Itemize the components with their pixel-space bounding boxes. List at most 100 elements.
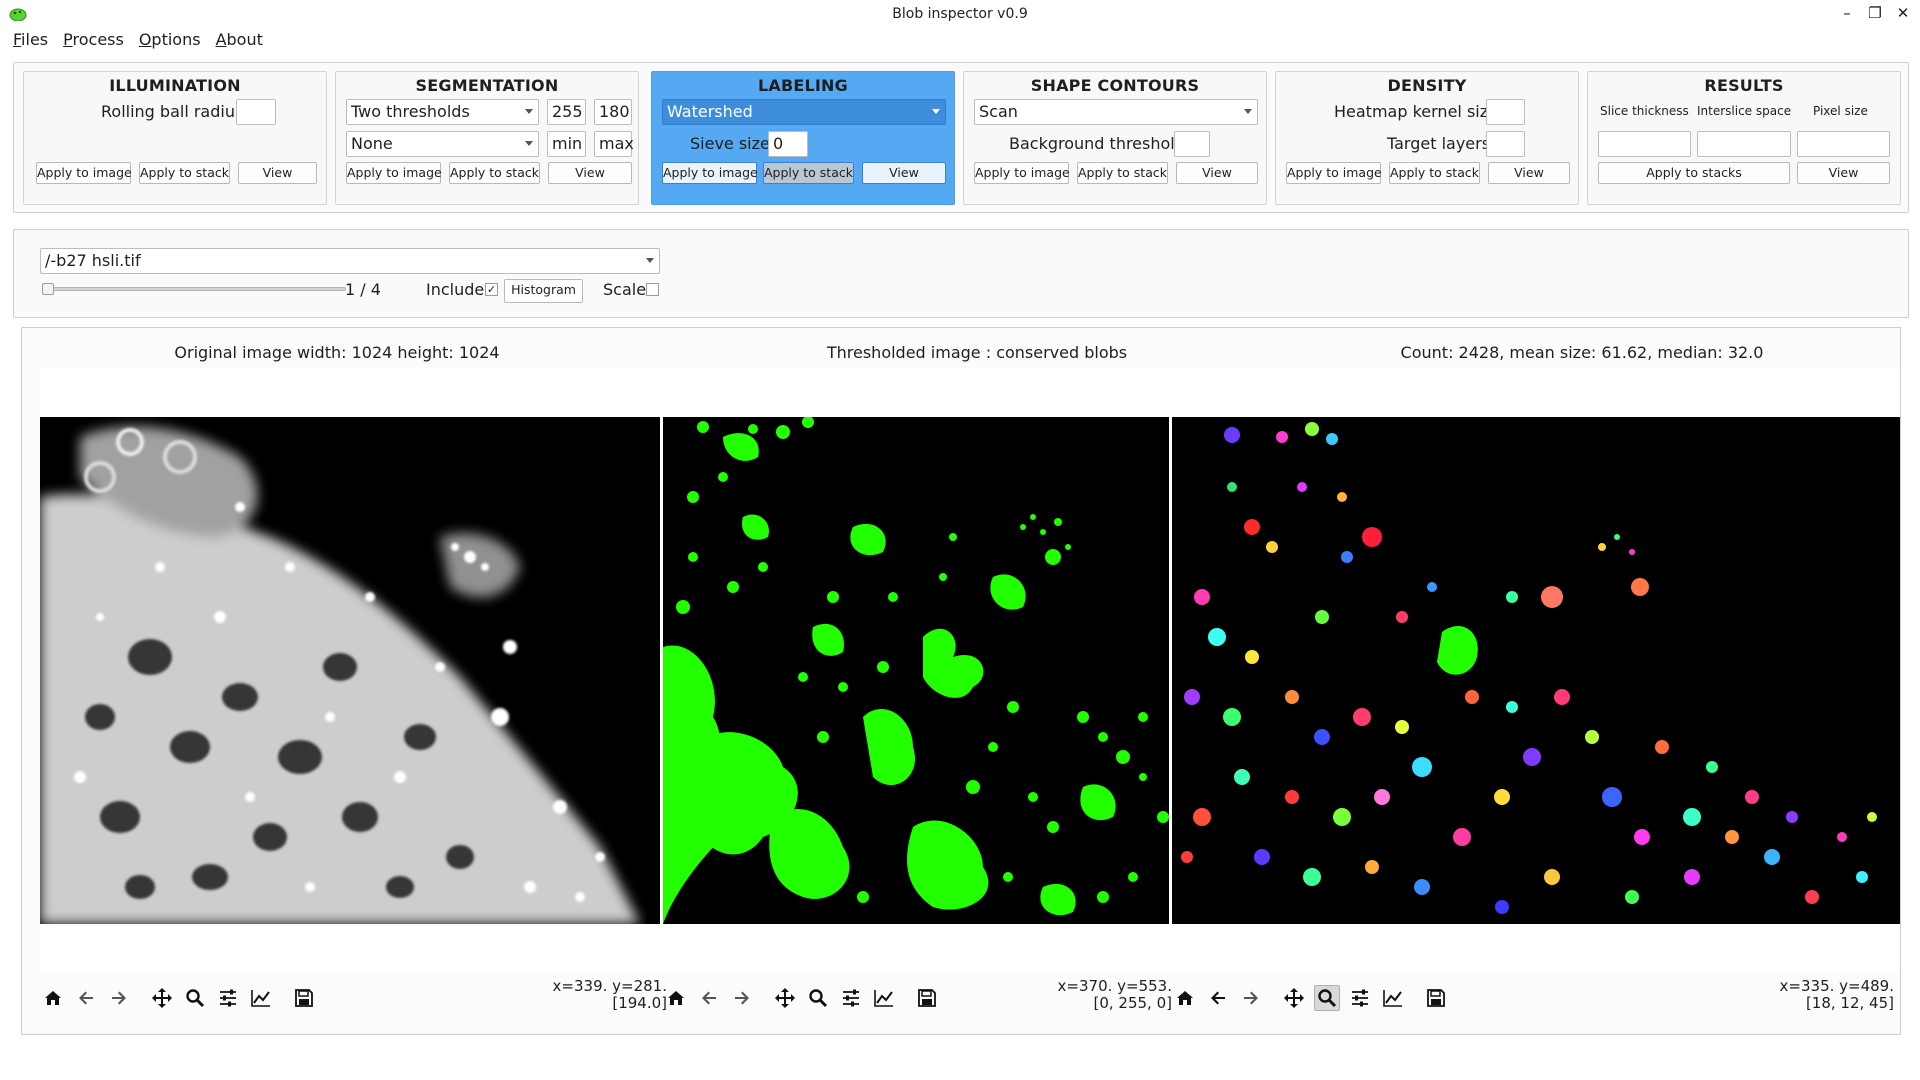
chevron-down-icon <box>525 141 533 146</box>
density-title: DENSITY <box>1387 76 1467 95</box>
zoom-icon[interactable] <box>182 985 208 1011</box>
zoom-icon[interactable] <box>805 985 831 1011</box>
window-title: Blob inspector v0.9 <box>892 6 1028 22</box>
close-icon[interactable]: ✕ <box>1892 4 1914 22</box>
heatmap-kernel-input[interactable] <box>1486 99 1525 125</box>
illumination-apply-image-button[interactable]: Apply to image <box>36 162 132 184</box>
home-icon[interactable] <box>40 985 66 1011</box>
viewer-1-coordinates: x=339. y=281. [194.0] <box>517 978 667 1012</box>
slice-thickness-input[interactable] <box>1598 131 1691 157</box>
slice-slider-handle[interactable] <box>42 283 54 295</box>
save-icon[interactable] <box>914 985 940 1011</box>
forward-icon[interactable] <box>106 985 132 1011</box>
include-checkbox[interactable]: ✓ <box>485 283 498 296</box>
labeling-title: LABELING <box>758 76 848 95</box>
viewer-1-value: [194.0] <box>612 994 667 1012</box>
contours-apply-stack-button[interactable]: Apply to stack <box>1077 162 1168 184</box>
scale-checkbox[interactable] <box>646 283 659 296</box>
file-select[interactable]: /-b27 hsli.tif <box>40 248 660 274</box>
histogram-button[interactable]: Histogram <box>504 279 583 303</box>
viewer-3-coordinates: x=335. y=489. [18, 12, 45] <box>1744 978 1894 1012</box>
axes-icon[interactable] <box>248 985 274 1011</box>
configure-icon[interactable] <box>1347 985 1373 1011</box>
forward-icon[interactable] <box>729 985 755 1011</box>
viewer-1-xy: x=339. y=281. <box>552 977 667 995</box>
label-stats-caption: Count: 2428, mean size: 61.62, median: 3… <box>1400 343 1764 362</box>
pan-icon[interactable] <box>149 985 175 1011</box>
labeled-image[interactable] <box>1172 417 1900 924</box>
contours-view-button[interactable]: View <box>1176 162 1258 184</box>
segmentation-apply-image-button[interactable]: Apply to image <box>346 162 442 184</box>
chevron-down-icon <box>525 109 533 114</box>
segmentation-view-button[interactable]: View <box>548 162 632 184</box>
interslice-space-label: Interslice space <box>1697 104 1792 118</box>
density-apply-image-button[interactable]: Apply to image <box>1286 162 1382 184</box>
menu-process[interactable]: Process <box>63 28 124 52</box>
scale-label: Scale <box>603 280 647 299</box>
axes-icon[interactable] <box>871 985 897 1011</box>
axes-icon[interactable] <box>1380 985 1406 1011</box>
target-layers-input[interactable] <box>1486 131 1525 157</box>
results-title: RESULTS <box>1704 76 1784 95</box>
illumination-view-button[interactable]: View <box>238 162 317 184</box>
contour-method-select[interactable]: Scan <box>974 99 1258 125</box>
min-input[interactable]: min <box>547 131 586 157</box>
density-apply-stack-button[interactable]: Apply to stack <box>1389 162 1480 184</box>
apply-to-stacks-button[interactable]: Apply to stacks <box>1598 162 1790 184</box>
labeling-apply-image-button[interactable]: Apply to image <box>662 162 758 184</box>
maximize-icon[interactable]: ❐ <box>1864 4 1886 22</box>
background-threshold-input[interactable] <box>1174 131 1210 157</box>
rolling-ball-input[interactable] <box>236 99 276 125</box>
file-selection-group: /-b27 hsli.tif 1 / 4 Include ✓ Histogram… <box>13 229 1909 318</box>
segmentation-method-select[interactable]: Two thresholds <box>346 99 539 125</box>
segmentation-secondary-select[interactable]: None <box>346 131 539 157</box>
pan-icon[interactable] <box>772 985 798 1011</box>
illumination-apply-stack-button[interactable]: Apply to stack <box>139 162 230 184</box>
home-icon[interactable] <box>663 985 689 1011</box>
minimize-icon[interactable]: – <box>1836 4 1858 22</box>
interslice-space-input[interactable] <box>1697 131 1791 157</box>
save-icon[interactable] <box>291 985 317 1011</box>
viewer-1-toolbar <box>40 985 324 1011</box>
chevron-down-icon <box>932 109 940 114</box>
segmentation-title: SEGMENTATION <box>415 76 559 95</box>
home-icon[interactable] <box>1172 985 1198 1011</box>
original-image-caption: Original image width: 1024 height: 1024 <box>174 343 500 362</box>
file-path-value: /-b27 hsli.tif <box>45 251 141 270</box>
labeled-image-render <box>1172 417 1900 924</box>
labeling-view-button[interactable]: View <box>862 162 946 184</box>
menu-about[interactable]: About <box>216 28 263 52</box>
configure-icon[interactable] <box>215 985 241 1011</box>
results-view-button[interactable]: View <box>1797 162 1890 184</box>
max-input[interactable]: max <box>594 131 634 157</box>
save-icon[interactable] <box>1423 985 1449 1011</box>
pixel-size-input[interactable] <box>1797 131 1890 157</box>
heatmap-kernel-label: Heatmap kernel size <box>1334 102 1498 121</box>
menu-files[interactable]: Files <box>13 28 48 52</box>
illumination-panel: ILLUMINATION Rolling ball radius Apply t… <box>23 71 327 205</box>
labeling-panel: LABELING Watershed Sieve size 0 Apply to… <box>651 71 955 205</box>
zoom-icon[interactable] <box>1314 985 1340 1011</box>
illumination-title: ILLUMINATION <box>109 76 241 95</box>
pan-icon[interactable] <box>1281 985 1307 1011</box>
back-icon[interactable] <box>1205 985 1231 1011</box>
threshold-low-input[interactable]: 180 <box>594 99 632 125</box>
labeling-apply-stack-button[interactable]: Apply to stack <box>763 162 854 184</box>
thresholded-image-caption: Thresholded image : conserved blobs <box>826 343 1128 362</box>
segmentation-apply-stack-button[interactable]: Apply to stack <box>449 162 540 184</box>
configure-icon[interactable] <box>838 985 864 1011</box>
contours-apply-image-button[interactable]: Apply to image <box>974 162 1070 184</box>
threshold-high-input[interactable]: 255 <box>547 99 586 125</box>
menu-options[interactable]: Options <box>139 28 201 52</box>
sieve-size-input[interactable]: 0 <box>768 131 808 157</box>
labeling-method-select[interactable]: Watershed <box>662 99 946 125</box>
menu-bar: Files Process Options About <box>0 28 1920 52</box>
slice-slider-track[interactable] <box>42 287 346 291</box>
original-image[interactable] <box>40 417 660 924</box>
thresholded-image[interactable] <box>663 417 1169 924</box>
segmentation-secondary-value: None <box>351 134 393 153</box>
forward-icon[interactable] <box>1238 985 1264 1011</box>
density-view-button[interactable]: View <box>1488 162 1570 184</box>
back-icon[interactable] <box>73 985 99 1011</box>
back-icon[interactable] <box>696 985 722 1011</box>
